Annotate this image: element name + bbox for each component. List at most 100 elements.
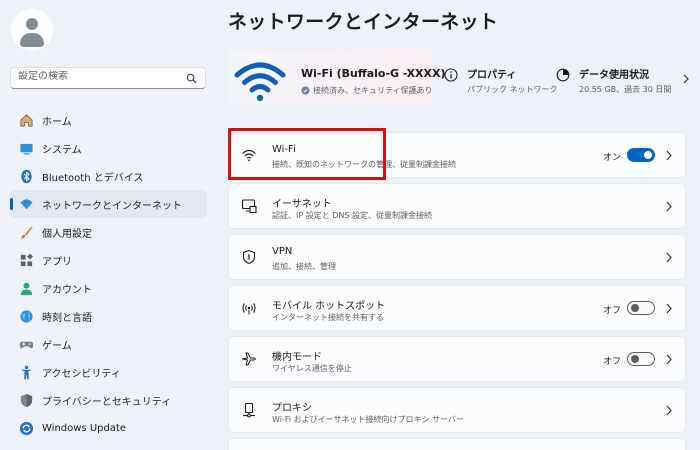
wifi-large-icon (234, 62, 286, 102)
sidebar-item-label: アカウント (42, 284, 92, 296)
ethernet-card[interactable]: イーサネット 認証、IP 設定と DNS 設定、従量制課金接続 (228, 183, 686, 229)
sidebar-item-home[interactable]: ホーム (10, 106, 207, 134)
chevron-right-icon (666, 252, 672, 263)
chevron-right-icon (666, 201, 672, 212)
connection-status-text: 接続済み、セキュリティ保護あり (313, 86, 433, 95)
airplane-mode-toggle[interactable] (627, 352, 655, 366)
sidebar-item-network[interactable]: ネットワークとインターネット (10, 190, 207, 218)
toggle-state-label: オフ (602, 306, 621, 316)
user-avatar[interactable] (11, 9, 53, 51)
avatar-body (20, 33, 44, 47)
sidebar-item-label: プライバシーとセキュリティ (42, 396, 172, 408)
avatar-head (26, 18, 38, 30)
sidebar-item-personalization[interactable]: 個人用設定 (10, 218, 207, 246)
proxy-card[interactable]: プロキシ Wi-Fi およびイーサネット接続向けプロキシ サーバー (228, 387, 686, 433)
toggle-state-label: オフ (602, 357, 621, 367)
main-content: ネットワークとインターネット Wi-Fi (Buffalo-G -XXXX) 接… (228, 0, 700, 450)
sidebar-item-label: ネットワークとインターネット (42, 200, 182, 212)
data-usage-subtitle: 20.55 GB、過去 30 日間 (579, 85, 672, 94)
airplane-icon (242, 352, 256, 366)
sidebar-item-accounts[interactable]: アカウント (10, 274, 207, 302)
card-title: イーサネット (272, 199, 332, 210)
shield-icon (18, 392, 34, 408)
card-subtitle: Wi-Fi およびイーサネット接続向けプロキシ サーバー (272, 415, 464, 424)
secure-shield-icon (301, 86, 310, 95)
data-usage-title: データ使用状況 (579, 70, 649, 81)
sidebar-item-windows-update[interactable]: Windows Update (10, 414, 207, 442)
hotspot-icon (242, 303, 256, 315)
vpn-card[interactable]: VPN 追加、接続、管理 (228, 234, 686, 280)
info-icon (444, 68, 458, 82)
sidebar: ホーム システム Bluetooth とデバイス ネットワークとインターネット … (0, 0, 214, 450)
sidebar-item-label: Windows Update (42, 422, 127, 434)
mobile-hotspot-toggle[interactable] (627, 301, 655, 315)
wifi-toggle[interactable] (627, 148, 655, 162)
accessibility-icon (18, 364, 34, 380)
sidebar-item-label: 個人用設定 (42, 228, 92, 240)
apps-icon (18, 252, 34, 268)
data-usage-link[interactable]: データ使用状況 20.55 GB、過去 30 日間 (556, 66, 671, 95)
network-icon (18, 196, 34, 212)
properties-link[interactable]: プロパティ パブリック ネットワーク (444, 66, 558, 95)
chevron-right-icon[interactable] (682, 74, 690, 84)
proxy-icon (243, 402, 255, 418)
sidebar-item-label: アプリ (42, 256, 72, 268)
sidebar-item-accessibility[interactable]: アクセシビリティ (10, 358, 207, 386)
sidebar-item-system[interactable]: システム (10, 134, 207, 162)
next-card-partial[interactable] (228, 438, 686, 450)
page-title: ネットワークとインターネット (228, 11, 499, 33)
sidebar-item-label: システム (42, 144, 82, 156)
settings-search-box[interactable] (10, 67, 206, 89)
ethernet-icon (241, 199, 257, 214)
account-icon (18, 280, 34, 296)
sidebar-nav: ホーム システム Bluetooth とデバイス ネットワークとインターネット … (10, 106, 207, 442)
sidebar-item-label: Bluetooth とデバイス (42, 172, 144, 184)
chevron-right-icon (666, 354, 672, 365)
properties-title: プロパティ (467, 70, 517, 81)
sidebar-item-bluetooth[interactable]: Bluetooth とデバイス (10, 162, 207, 190)
card-subtitle: 認証、IP 設定と DNS 設定、従量制課金接続 (272, 211, 433, 220)
card-subtitle: ワイヤレス通信を停止 (272, 364, 352, 373)
sidebar-item-label: 時刻と言語 (42, 312, 92, 324)
update-icon (18, 420, 34, 436)
globe-icon (18, 308, 34, 324)
system-icon (18, 140, 34, 156)
airplane-mode-card[interactable]: 機内モード ワイヤレス通信を停止 オフ (228, 336, 686, 382)
sidebar-item-privacy[interactable]: プライバシーとセキュリティ (10, 386, 207, 414)
card-subtitle: インターネット接続を共有する (272, 313, 384, 322)
card-title: モバイル ホットスポット (272, 301, 386, 312)
sidebar-item-gaming[interactable]: ゲーム (10, 330, 207, 358)
chevron-right-icon (666, 150, 672, 161)
data-usage-icon (556, 68, 570, 82)
toggle-knob (644, 151, 652, 159)
card-title: プロキシ (272, 403, 312, 414)
bluetooth-icon (18, 168, 34, 184)
mobile-hotspot-card[interactable]: モバイル ホットスポット インターネット接続を共有する オフ (228, 285, 686, 331)
chevron-right-icon (666, 303, 672, 314)
connection-status: 接続済み、セキュリティ保護あり (301, 85, 433, 96)
sidebar-item-time-language[interactable]: 時刻と言語 (10, 302, 207, 330)
sidebar-item-label: ホーム (42, 116, 72, 128)
wifi-card[interactable]: Wi-Fi 接続、既知のネットワークの管理、従量制課金接続 オン (228, 132, 686, 178)
gamepad-icon (18, 336, 34, 352)
card-subtitle: 接続、既知のネットワークの管理、従量制課金接続 (272, 160, 456, 169)
toggle-state-label: オン (602, 153, 621, 163)
connected-network-name: Wi-Fi (Buffalo-G -XXXX) (301, 67, 446, 80)
sidebar-item-label: アクセシビリティ (42, 368, 121, 380)
sidebar-item-apps[interactable]: アプリ (10, 246, 207, 274)
search-icon[interactable] (186, 73, 197, 84)
network-status-hero[interactable]: Wi-Fi (Buffalo-G -XXXX) 接続済み、セキュリティ保護あり (228, 50, 446, 104)
toggle-knob (631, 355, 639, 363)
chevron-right-icon (666, 405, 672, 416)
properties-subtitle: パブリック ネットワーク (467, 85, 558, 94)
settings-search-input[interactable] (18, 71, 178, 82)
card-title: 機内モード (272, 352, 322, 363)
vpn-shield-icon (242, 249, 256, 265)
toggle-knob (631, 304, 639, 312)
card-title: VPN (272, 246, 293, 257)
wifi-icon (242, 149, 256, 162)
home-icon (18, 112, 34, 128)
sidebar-item-label: ゲーム (42, 340, 72, 352)
card-subtitle: 追加、接続、管理 (272, 262, 336, 271)
card-title: Wi-Fi (272, 144, 296, 155)
